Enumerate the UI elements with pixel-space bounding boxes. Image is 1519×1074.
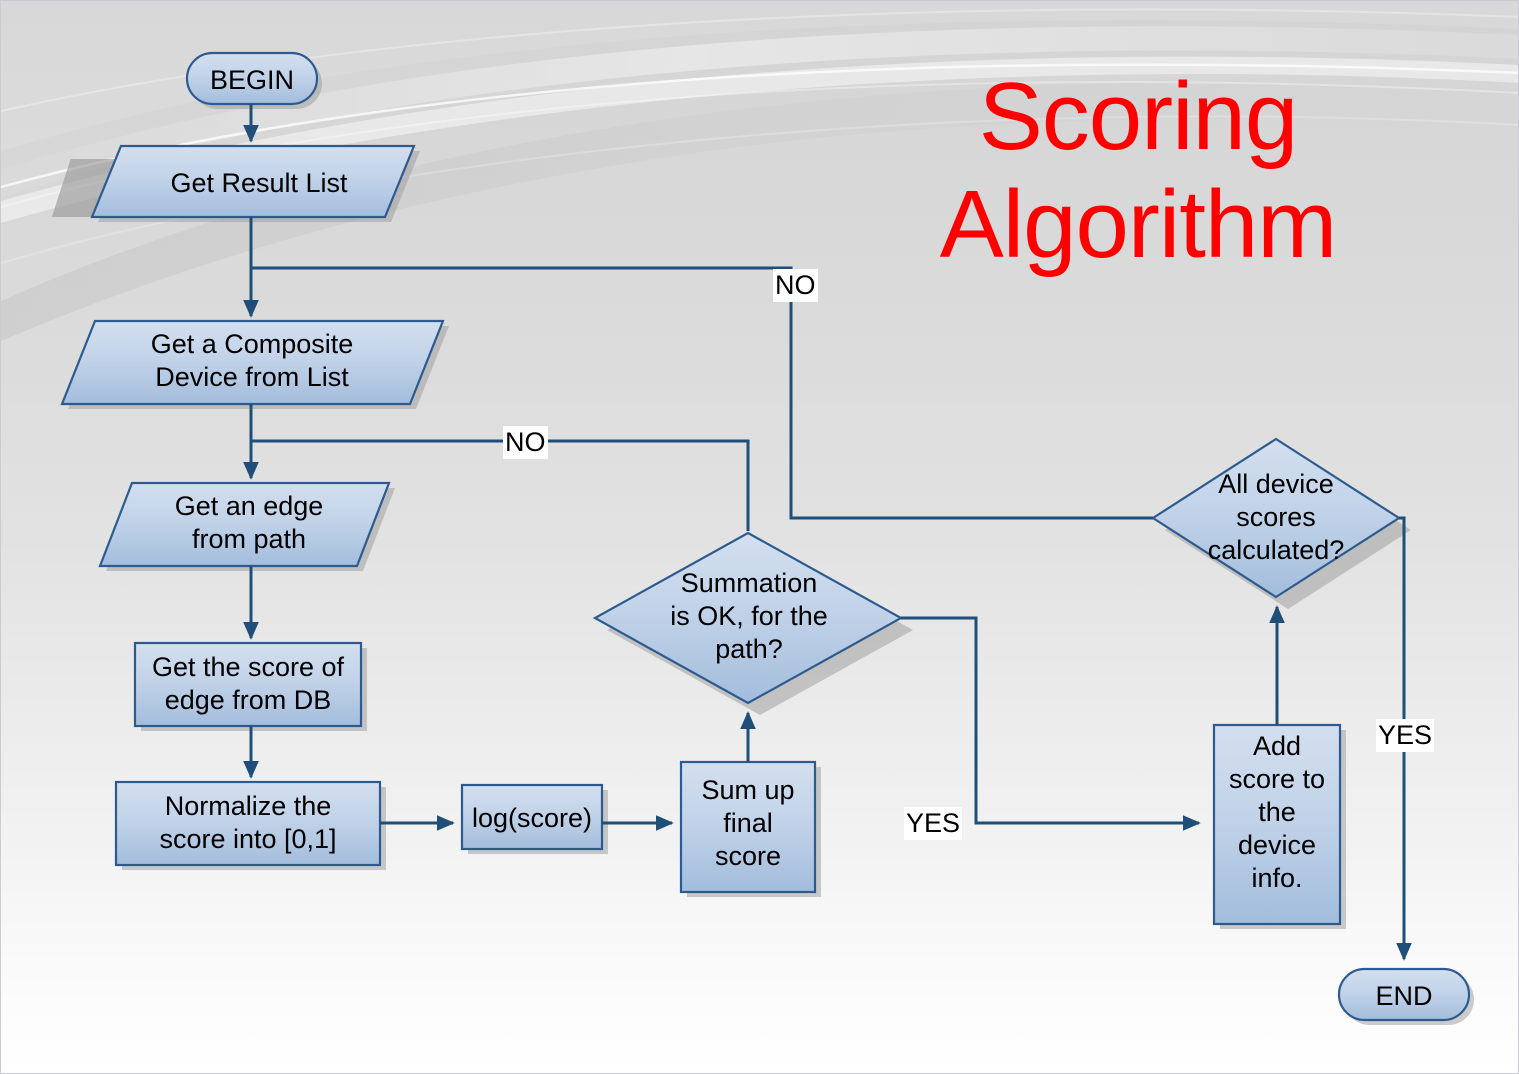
- edge-label-no-device-loop: NO: [773, 269, 818, 303]
- node-get-score-of-edge[interactable]: [133, 641, 367, 731]
- node-begin[interactable]: [185, 51, 322, 109]
- slide-canvas: Scoring Algorithm BEGIN Get Result List …: [0, 0, 1519, 1074]
- edge-label-no-path-loop: NO: [503, 426, 548, 460]
- node-add-score-to-device[interactable]: [1212, 723, 1346, 929]
- node-log-score[interactable]: [460, 783, 608, 854]
- node-get-edge-from-path[interactable]: [98, 481, 395, 571]
- slide-title: Scoring Algorithm: [858, 63, 1418, 278]
- edge-label-yes-all-scores: YES: [1376, 719, 1435, 753]
- node-get-composite-device[interactable]: [60, 319, 449, 409]
- node-summation-ok[interactable]: [592, 531, 913, 715]
- node-end[interactable]: [1337, 967, 1474, 1025]
- slide-title-line-1: Scoring: [978, 63, 1299, 170]
- slide-title-line-2: Algorithm: [939, 170, 1337, 278]
- node-get-result-list[interactable]: [90, 144, 420, 222]
- edge-summation-yes-to-add-score: [901, 616, 1201, 831]
- node-sum-up-final-score[interactable]: [679, 760, 821, 897]
- node-all-device-scores[interactable]: [1150, 437, 1411, 609]
- node-normalize-score[interactable]: [114, 780, 386, 870]
- edge-label-yes-summation: YES: [904, 807, 963, 841]
